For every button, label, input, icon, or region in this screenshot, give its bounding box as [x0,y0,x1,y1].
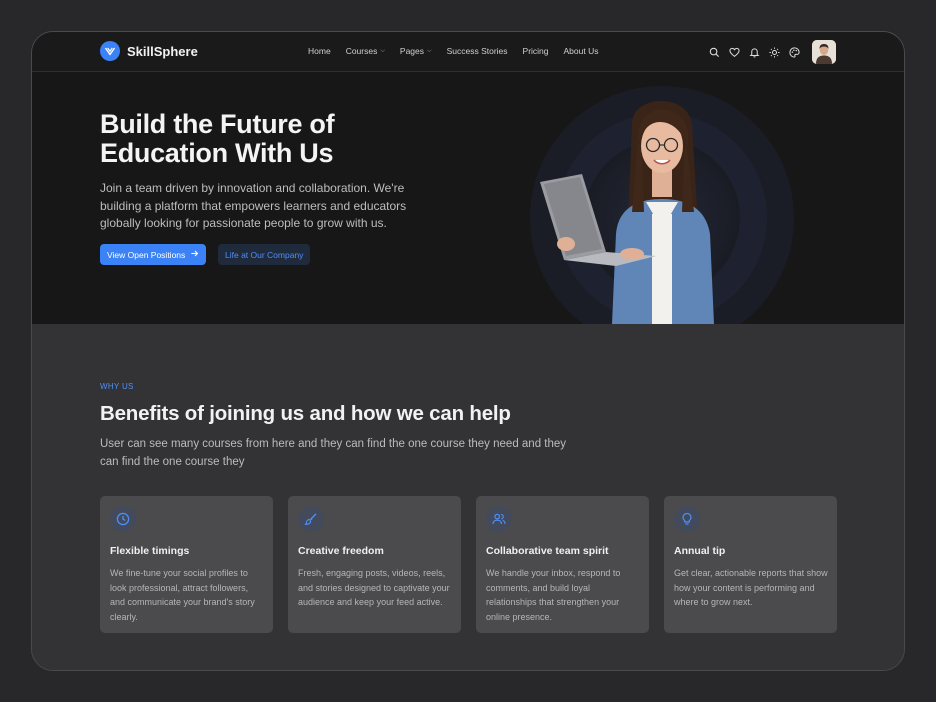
benefit-cards: Flexible timings We fine-tune your socia… [100,496,837,633]
lightbulb-icon [674,506,700,532]
nav-item-about-us[interactable]: About Us [564,46,599,56]
hero-person-image [530,86,794,324]
hero-title-line: Build the Future of [100,109,335,139]
button-label: View Open Positions [107,249,186,260]
nav-item-label: Pricing [522,46,549,56]
chevron-down-icon: ⌵ [427,47,432,54]
brand-logo-icon [100,41,120,61]
brand[interactable]: SkillSphere [100,41,198,61]
card-text: We fine-tune your social profiles to loo… [110,568,255,622]
palette-icon[interactable] [789,46,800,58]
nav-item-label: Courses [345,46,378,56]
bell-icon[interactable] [749,47,760,58]
card-text: Get clear, actionable reports that show … [674,568,828,607]
card-text: We handle your inbox, respond to comment… [486,568,621,622]
nav-item-home[interactable]: Home [308,46,331,56]
section-description: User can see many courses from here and … [100,438,567,468]
card-title: Flexible timings [110,545,190,557]
arrow-right-icon [190,249,199,260]
card-title: Annual tip [674,545,726,557]
benefit-card-collaborative-team-spirit[interactable]: Collaborative team spirit We handle your… [476,496,649,633]
section-eyebrow: WHY US [100,382,134,391]
nav-item-pages[interactable]: Pages ⌵ [400,46,432,56]
browser-frame: SkillSphere Home Courses ⌵ Pages ⌵ Success… [31,31,905,671]
button-label: Life at Our Company [225,249,304,260]
hero-illustration [520,84,800,324]
main-menu: Home Courses ⌵ Pages ⌵ Success Stories Pri… [308,46,598,56]
user-avatar[interactable] [812,40,836,64]
hero-description: Join a team driven by innovation and col… [100,181,407,230]
view-open-positions-button[interactable]: View Open Positions [100,244,207,265]
brush-icon [298,506,324,532]
users-icon [486,506,512,532]
nav-tools [709,40,836,64]
brand-name: SkillSphere [127,43,198,59]
card-text: Fresh, engaging posts, videos, reels, an… [298,568,450,607]
benefit-card-flexible-timings[interactable]: Flexible timings We fine-tune your socia… [100,496,273,633]
benefits-section: WHY US Benefits of joining us and how we… [32,324,904,670]
hero-section: Build the Future of Education With Us Jo… [32,72,904,324]
hero-title: Build the Future of Education With Us [100,110,400,168]
benefit-card-annual-tip[interactable]: Annual tip Get clear, actionable reports… [664,496,837,633]
card-title: Collaborative team spirit [486,545,609,557]
nav-item-courses[interactable]: Courses ⌵ [346,46,385,56]
sun-icon[interactable] [769,46,780,58]
search-icon[interactable] [709,47,720,58]
nav-item-label: Pages [399,46,425,56]
nav-item-label: About Us [563,46,599,56]
life-at-company-button[interactable]: Life at Our Company [218,244,311,265]
nav-item-success-stories[interactable]: Success Stories [447,46,508,56]
hero-title-line: Education With Us [100,138,334,168]
benefit-card-creative-freedom[interactable]: Creative freedom Fresh, engaging posts, … [288,496,461,633]
top-navbar: SkillSphere Home Courses ⌵ Pages ⌵ Success… [32,32,904,72]
heart-icon[interactable] [729,47,740,58]
clock-icon [110,506,136,532]
nav-item-pricing[interactable]: Pricing [523,46,549,56]
nav-item-label: Success Stories [446,46,508,56]
section-title: Benefits of joining us and how we can he… [100,402,511,425]
nav-item-label: Home [308,46,331,56]
chevron-down-icon: ⌵ [380,47,385,54]
card-title: Creative freedom [298,545,384,557]
